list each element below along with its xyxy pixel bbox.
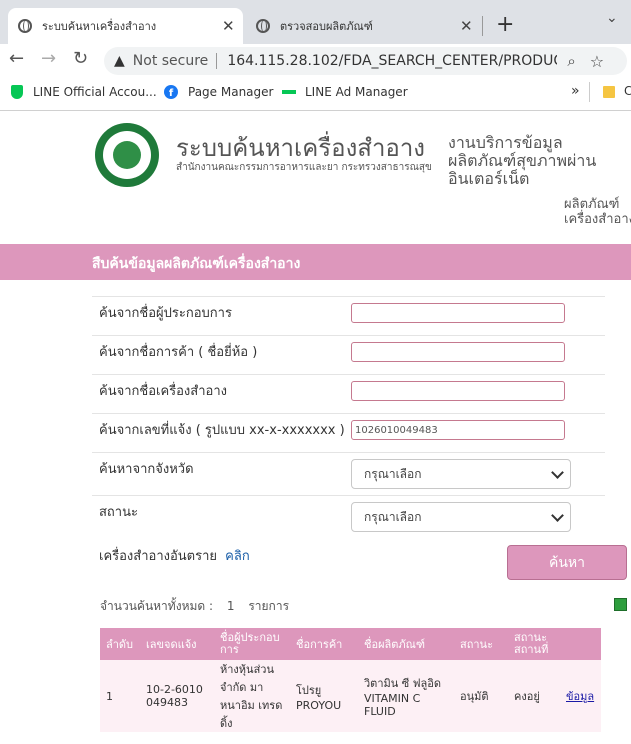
col-header-trade: ชื่อการค้า [290,628,358,660]
cosmetic-label: ค้นจากชื่อเครื่องสำอาง [99,384,227,399]
cell-status: อนุมัติ [454,660,508,732]
excel-export-icon[interactable] [614,598,627,611]
address-divider [216,53,218,69]
province-select[interactable]: กรุณาเลือก [351,459,571,489]
trade-label: ค้นจากชื่อการค้า ( ชื่อยี่ห้อ ) [99,345,258,360]
result-count: จำนวนค้นหาทั้งหมด : 1 รายการ [100,597,289,616]
cosmetic-input[interactable] [351,381,565,401]
star-icon[interactable]: ☆ [590,52,604,71]
line-ad-icon [282,90,296,94]
tab-active[interactable]: ระบบค้นหาเครื่องสำอาง ✕ [8,8,243,44]
status-select-value: กรุณาเลือก [364,509,422,524]
bookmarks-overflow[interactable]: » [571,83,580,99]
address-bar[interactable]: ▲ Not secure 164.115.28.102/FDA_SEARCH_C… [104,47,627,75]
back-arrow-icon[interactable]: ← [9,48,24,69]
zoom-icon[interactable]: ⌕ [567,52,575,70]
form-row-divider [92,374,605,375]
tab-inactive[interactable]: ตรวจสอบผลิตภัณฑ์ ✕ [246,8,478,44]
notify-label: ค้นจากเลขที่แจ้ง ( รูปแบบ xx-x-xxxxxxx ) [99,423,345,438]
form-row-divider [92,413,605,414]
col-header-place-status: สถานะ สถานที่ [508,628,560,660]
col-header-operator: ชื่อผู้ประกอบการ [214,628,290,660]
close-tab-icon[interactable]: ✕ [460,17,473,35]
service-line: ผลิตภัณฑ์สุขภาพผ่าน [448,151,597,170]
col-header-status: สถานะ [454,628,508,660]
form-row-divider [92,296,605,297]
col-header-no: ลำดับ [100,628,140,660]
moph-logo-emblem [113,141,141,169]
table-header-row: ลำดับ เลขจดแจ้ง ชื่อผู้ประกอบการ ชื่อการ… [100,628,601,660]
notify-input[interactable]: 1026010049483 [351,420,565,440]
form-row-divider [92,335,605,336]
province-select-value: กรุณาเลือก [364,466,422,481]
cell-notify-no: 10-2-6010049483 [140,660,214,732]
globe-icon [18,19,32,33]
cell-operator: ห้างหุ้นส่วนจำกัด มาหนาอิม เทรดดิ้ง [214,660,290,732]
trade-input[interactable] [351,342,565,362]
service-line: อินเตอร์เน็ต [448,169,530,188]
product-line: เครื่องสำอาง [564,212,631,227]
danger-row: เครื่องสำอางอันตราย คลิก [99,545,250,566]
form-row-divider [92,495,605,496]
table-row: 1 10-2-6010049483 ห้างหุ้นส่วนจำกัด มาหน… [100,660,601,732]
bookmark-label: Page Manager [188,85,274,99]
chevron-down-icon [551,466,564,479]
col-header-product: ชื่อผลิตภัณฑ์ [358,628,454,660]
bookmark-line-ad[interactable]: LINE Ad Manager [282,85,408,99]
folder-icon[interactable] [603,86,615,98]
detail-link[interactable]: ข้อมูล [560,660,601,732]
product-line: ผลิตภัณฑ์ [564,197,620,212]
site-subtitle: สำนักงานคณะกรรมการอาหารและยา กระทรวงสาธา… [176,162,432,173]
product-category-text: ผลิตภัณฑ์ เครื่องสำอาง [564,197,631,227]
form-row-divider [92,452,605,453]
col-header-notify: เลขจดแจ้ง [140,628,214,660]
url-text[interactable]: 164.115.28.102/FDA_SEARCH_CENTER/PRODUCT… [227,53,557,69]
bookmark-folder-label[interactable]: C [624,84,631,98]
search-banner-title: สืบค้นข้อมูลผลิตภัณฑ์เครื่องสำอาง [92,256,301,272]
status-select[interactable]: กรุณาเลือก [351,502,571,532]
tab-title: ตรวจสอบผลิตภัณฑ์ [280,20,373,33]
facebook-icon: f [164,85,178,99]
close-tab-icon[interactable]: ✕ [222,17,235,35]
danger-link[interactable]: คลิก [225,549,250,564]
cell-product: วิตามิน ซี ฟลูอิด VITAMIN C FLUID [358,660,454,732]
result-count-label: จำนวนค้นหาทั้งหมด : [100,599,214,613]
cell-trade: โปรยู PROYOU [290,660,358,732]
cell-no: 1 [100,660,140,732]
col-header-link [560,628,601,660]
chevron-down-icon [551,509,564,522]
tab-divider [482,16,483,36]
operator-input[interactable] [351,303,565,323]
danger-label: เครื่องสำอางอันตราย [99,549,218,564]
result-count-unit: รายการ [248,599,290,613]
cell-place-status: คงอยู่ [508,660,560,732]
bookmark-label: LINE Ad Manager [305,85,408,99]
line-shield-icon [11,85,23,99]
globe-icon [256,19,270,33]
new-tab-button[interactable]: + [496,12,514,37]
operator-label: ค้นจากชื่อผู้ประกอบการ [99,306,232,321]
warning-icon: ▲ [114,53,125,69]
service-line: งานบริการข้อมูล [448,133,563,152]
bookmark-page-manager[interactable]: f Page Manager [164,85,273,99]
service-text: งานบริการข้อมูล ผลิตภัณฑ์สุขภาพผ่าน อินเ… [448,134,596,188]
results-table: ลำดับ เลขจดแจ้ง ชื่อผู้ประกอบการ ชื่อการ… [100,628,601,732]
status-label: สถานะ [99,505,138,520]
bookmark-label: LINE Official Accou... [33,85,157,99]
reload-icon[interactable]: ↻ [73,48,88,69]
forward-arrow-icon[interactable]: → [41,48,56,69]
bookmark-line-oa[interactable]: LINE Official Accou... [11,85,157,99]
tab-title: ระบบค้นหาเครื่องสำอาง [42,20,157,33]
result-count-value: 1 [226,599,235,613]
bookmarks-divider [589,82,590,102]
security-label: Not secure [132,53,209,69]
window-dropdown-icon[interactable]: ⌄ [606,10,618,26]
province-label: ค้นหาจากจังหวัด [99,462,194,477]
search-button[interactable]: ค้นหา [507,545,627,580]
